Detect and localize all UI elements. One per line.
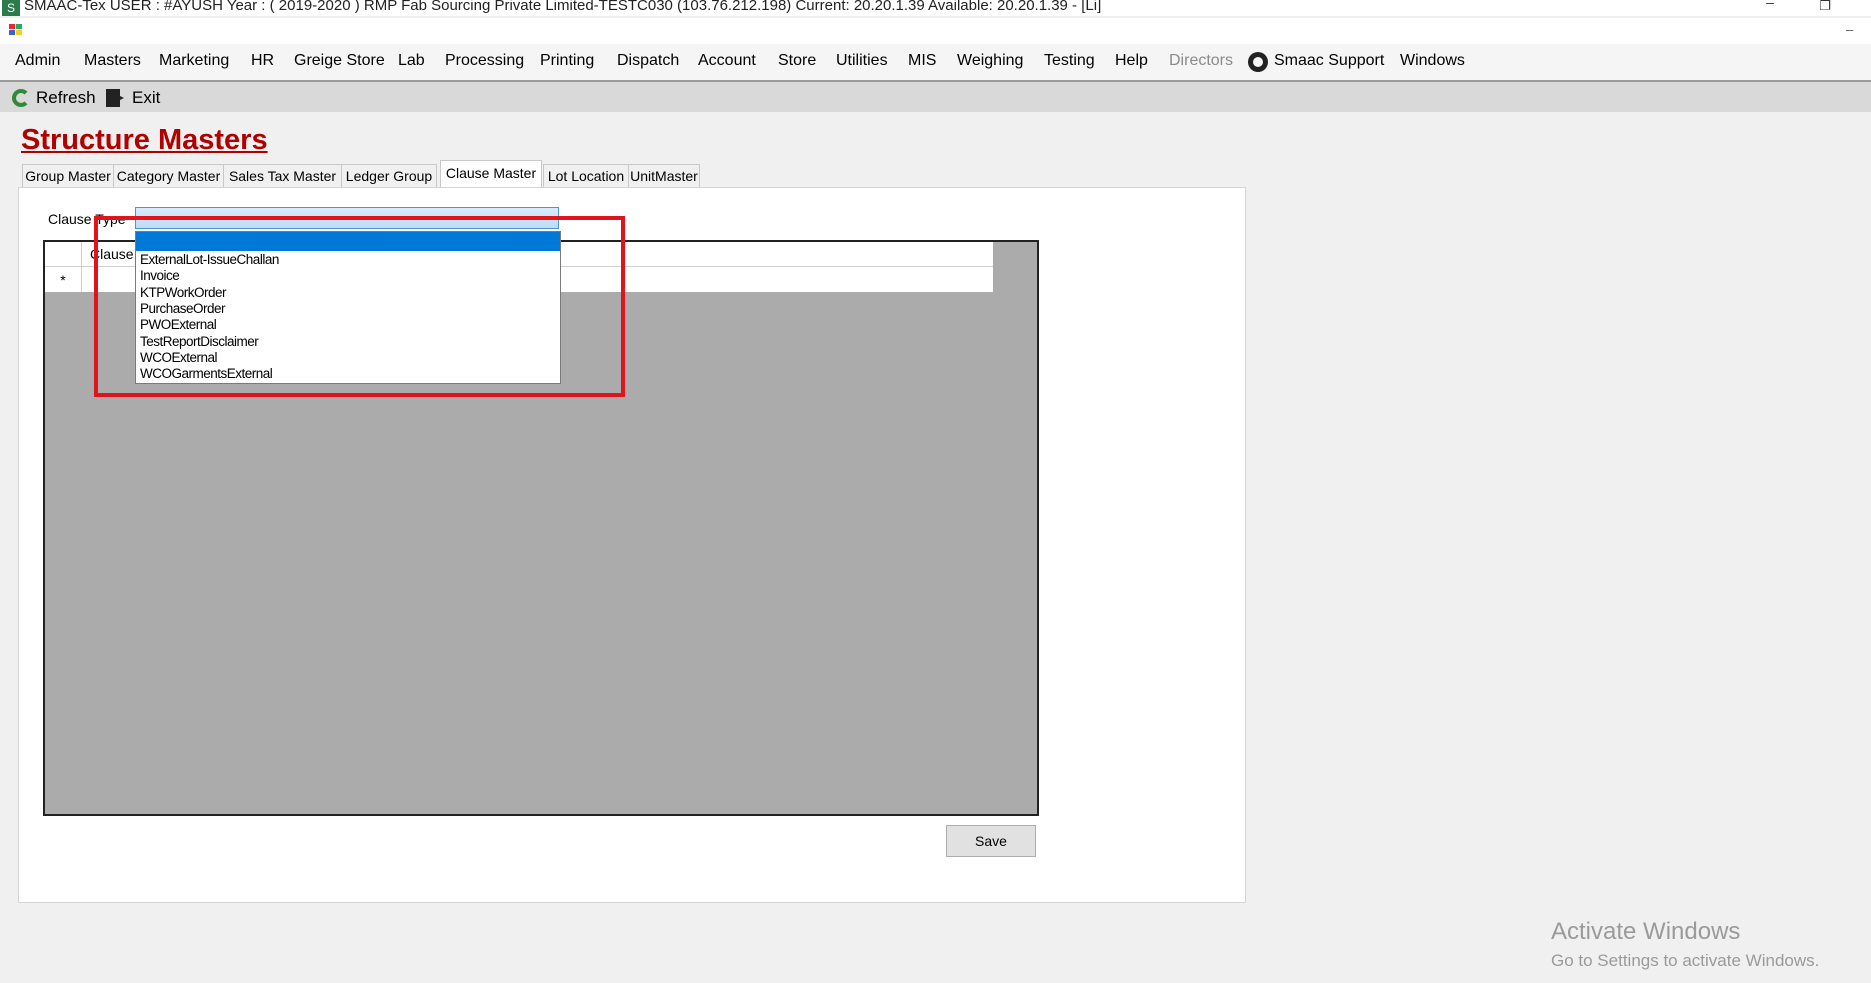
tab-ledger-group[interactable]: Ledger Group [341,164,437,187]
mdi-child-strip [0,18,1871,45]
form-icon[interactable] [8,21,24,37]
menu-account[interactable]: Account [698,52,756,70]
mdi-minimize-button[interactable]: – [1846,22,1853,37]
menu-admin[interactable]: Admin [15,52,60,70]
refresh-button[interactable]: Refresh [12,86,96,110]
page-title: Structure Masters [21,124,268,156]
menu-lab[interactable]: Lab [398,52,425,70]
tab-lot-location[interactable]: Lot Location [543,164,629,187]
menu-weighing[interactable]: Weighing [957,52,1023,70]
menu-help[interactable]: Help [1115,52,1148,70]
save-button[interactable]: Save [946,825,1036,857]
menu-masters[interactable]: Masters [84,52,141,70]
menu-dispatch[interactable]: Dispatch [617,52,679,70]
menu-processing[interactable]: Processing [445,52,524,70]
menu-utilities[interactable]: Utilities [836,52,888,70]
activation-watermark-subtitle: Go to Settings to activate Windows. [1551,951,1820,970]
refresh-label: Refresh [36,88,96,107]
menu-hr[interactable]: HR [251,52,274,70]
exit-door-icon [106,89,124,107]
menu-directors: Directors [1169,52,1234,69]
menu-windows[interactable]: Windows [1400,52,1465,70]
menu-bar: Admin Masters Marketing HR Greige Store … [0,44,1871,82]
app-icon: S [2,0,20,16]
activation-watermark-title: Activate Windows [1551,918,1741,945]
window-title: SMAAC-Tex USER : #AYUSH Year : ( 2019-20… [24,0,1102,14]
menu-greige-store[interactable]: Greige Store [294,52,385,70]
minimize-button[interactable]: – [1756,0,1784,12]
tab-clause-master[interactable]: Clause Master [440,160,542,188]
smaac-support-icon [1248,52,1268,72]
tab-sales-tax-master[interactable]: Sales Tax Master [223,164,342,187]
new-row-marker: * [45,267,82,292]
tab-category-master[interactable]: Category Master [113,164,224,187]
exit-label: Exit [132,88,161,107]
tab-unit-master[interactable]: UnitMaster [628,164,700,187]
exit-button[interactable]: Exit [106,86,160,110]
menu-printing[interactable]: Printing [540,52,594,70]
toolbar [0,82,1871,112]
menu-mis[interactable]: MIS [908,52,936,70]
restore-button[interactable]: ❐ [1811,0,1839,16]
grid-row-header-corner [45,242,82,266]
refresh-icon [12,89,30,107]
menu-testing[interactable]: Testing [1044,52,1095,70]
menu-smaac-support[interactable]: Smaac Support [1274,52,1384,70]
highlight-box [94,216,625,397]
tab-group-master[interactable]: Group Master [22,164,114,187]
menu-marketing[interactable]: Marketing [159,52,229,70]
menu-store[interactable]: Store [778,52,816,70]
